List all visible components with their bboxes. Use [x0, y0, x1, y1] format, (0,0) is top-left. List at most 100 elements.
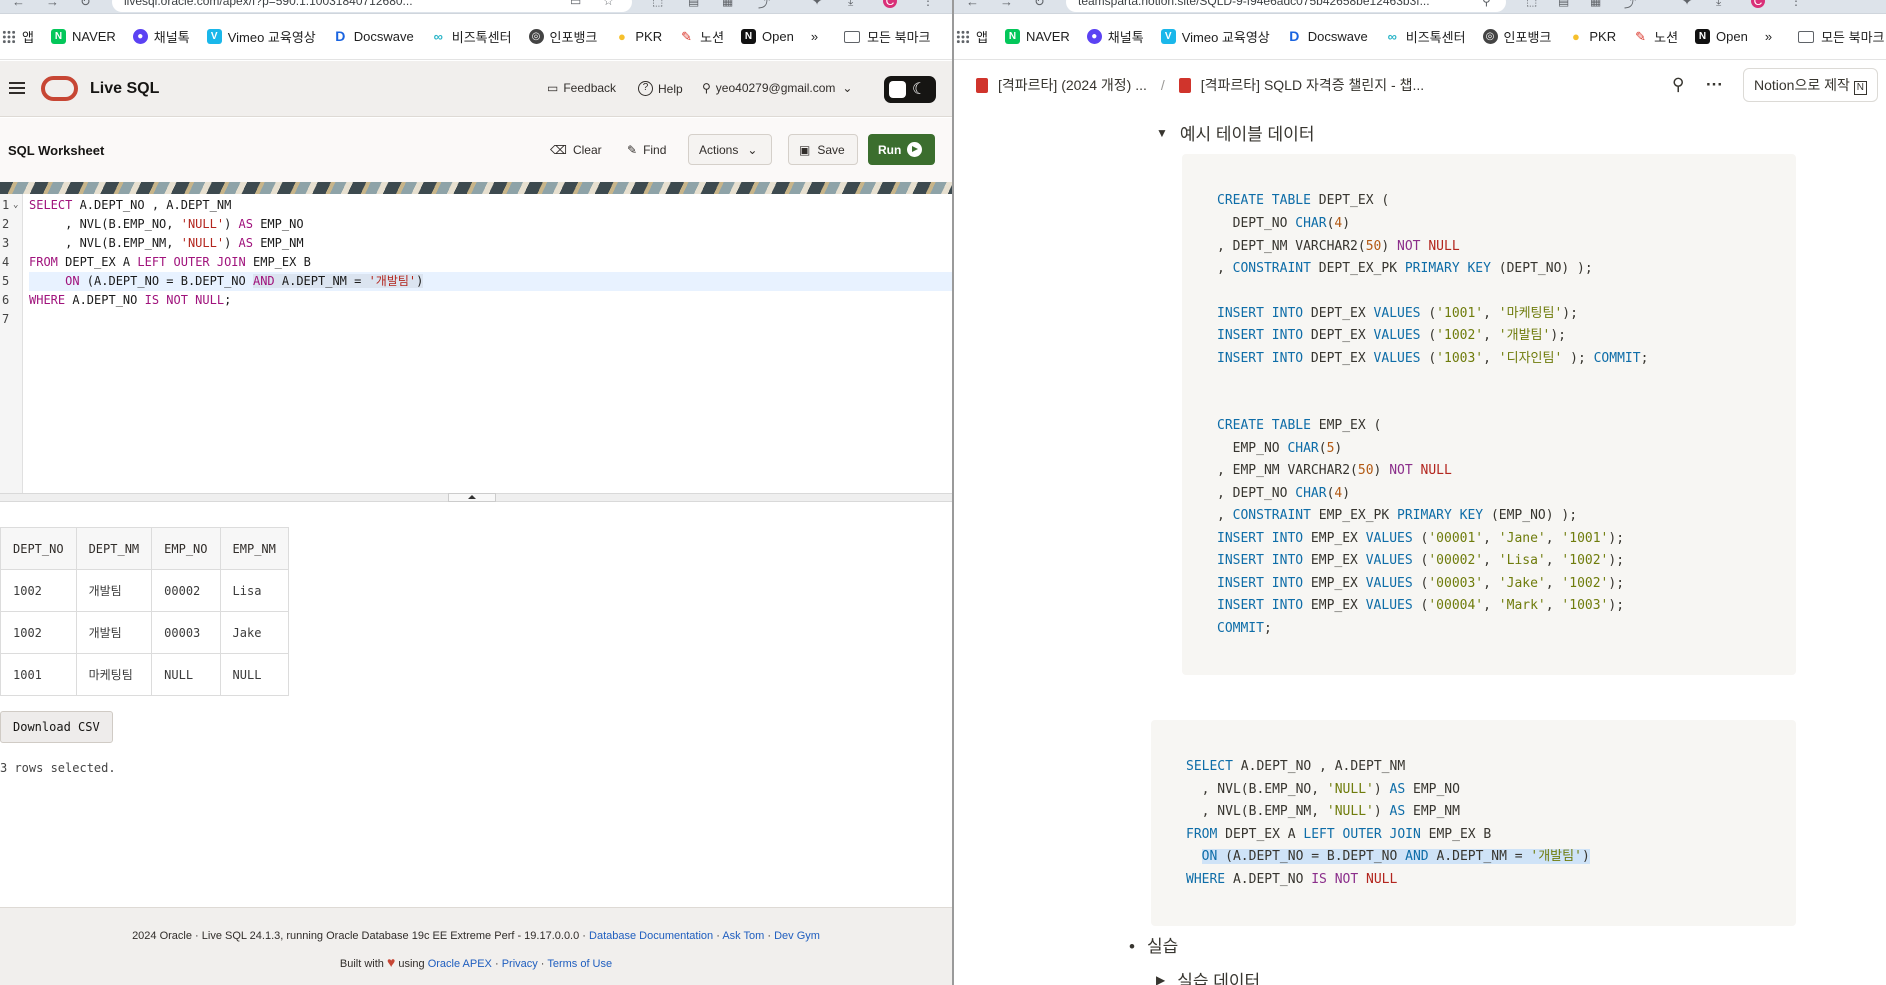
bizalk-icon: ∞	[1384, 29, 1400, 44]
user-icon: ⚲	[702, 81, 711, 95]
actions-menu-button[interactable]: Actions ⌄	[688, 134, 772, 165]
notion-window: ← → ↻ teamsparta.notion.site/SQLD-9-f94e…	[954, 0, 1886, 985]
feedback-link[interactable]: ▭ Feedback	[547, 81, 616, 95]
find-button[interactable]: ✎ Find	[617, 134, 676, 165]
more-bookmarks-button[interactable]: »	[811, 29, 818, 44]
bookmark-apps[interactable]: 앱	[2, 27, 34, 46]
back-icon[interactable]: ←	[12, 0, 25, 9]
devgym-link[interactable]: Dev Gym	[774, 930, 820, 942]
address-bar[interactable]: teamsparta.notion.site/SQLD-9-f94e6adc07…	[1066, 0, 1506, 12]
notion-icon: N	[1853, 81, 1868, 95]
bookmark-notion[interactable]: ✎ 노션	[1633, 27, 1678, 46]
dark-mode-toggle[interactable]: ☾	[884, 76, 936, 103]
bookmark-docswave[interactable]: D Docswave	[1286, 29, 1368, 44]
page-footer: 2024 Oracle · Live SQL 24.1.3, running O…	[0, 907, 952, 985]
extension-icon[interactable]: ▤	[688, 0, 699, 8]
notion-icon: N	[741, 29, 757, 44]
chevron-down-icon: ⌄	[747, 142, 758, 157]
share-icon[interactable]: ⤴	[1624, 0, 1636, 11]
browser-toolbar: ← → ↻ teamsparta.notion.site/SQLD-9-f94e…	[954, 0, 1886, 14]
share-icon[interactable]: ⤴	[758, 0, 770, 11]
search-icon[interactable]: ⚲	[1672, 75, 1684, 95]
menu-icon[interactable]: ⋮	[1790, 0, 1802, 8]
toggle-example-data[interactable]: ▼ 예시 테이블 데이터	[1156, 120, 1314, 145]
notion-icon: N	[1695, 29, 1711, 44]
docs-link[interactable]: Database Documentation	[589, 930, 713, 942]
table-row: 1002 개발팀 00002 Lisa	[0, 569, 289, 612]
code-block[interactable]: SELECT A.DEPT_NO , A.DEPT_NM , NVL(B.EMP…	[1151, 720, 1796, 926]
extension-icon[interactable]: ▤	[1558, 0, 1569, 8]
bookmark-naver[interactable]: N NAVER	[50, 29, 116, 44]
code-block[interactable]: CREATE TABLE DEPT_EX ( DEPT_NO CHAR(4) ,…	[1182, 154, 1796, 675]
vimeo-icon: V	[1160, 29, 1176, 44]
breadcrumb-item[interactable]: [격파르타] (2024 개정) ...	[998, 75, 1147, 95]
download-csv-button[interactable]: Download CSV	[0, 711, 113, 743]
bookmark-bizalk[interactable]: ∞ 비즈톡센터	[430, 27, 512, 46]
notion-ext-icon[interactable]: ▦	[722, 0, 733, 8]
reload-icon[interactable]: ↻	[80, 0, 91, 10]
all-bookmarks[interactable]: 모든 북마크	[1798, 27, 1885, 46]
bookmark-open[interactable]: N Open	[1695, 29, 1748, 44]
breadcrumb-item[interactable]: [격파르타] SQLD 자격증 챌린지 - 챕...	[1201, 75, 1424, 95]
bookmark-bizalk[interactable]: ∞ 비즈톡센터	[1384, 27, 1466, 46]
bookmark-channeltalk[interactable]: ● 채널톡	[132, 27, 190, 46]
line-number: 4	[2, 255, 10, 269]
clear-button[interactable]: ⌫ Clear	[540, 134, 612, 165]
menu-icon[interactable]	[9, 82, 25, 94]
asktom-link[interactable]: Ask Tom	[722, 930, 764, 942]
bookmark-notion[interactable]: ✎ 노션	[679, 27, 724, 46]
bookmark-channeltalk[interactable]: ● 채널톡	[1086, 27, 1144, 46]
table-cell: NULL	[219, 653, 289, 696]
pane-splitter[interactable]	[0, 493, 952, 502]
bizalk-icon: ∞	[430, 29, 446, 44]
run-button[interactable]: Run	[868, 134, 935, 165]
save-button[interactable]: ▣ Save	[788, 134, 858, 165]
bookmark-naver[interactable]: N NAVER	[1004, 29, 1070, 44]
grid-icon	[2, 29, 16, 44]
privacy-link[interactable]: Privacy	[502, 958, 538, 970]
reload-icon[interactable]: ↻	[1034, 0, 1045, 10]
bookmark-docswave[interactable]: D Docswave	[332, 29, 414, 44]
toggle-practice-data[interactable]: ▶ 실습 데이터	[1156, 967, 1260, 985]
back-icon[interactable]: ←	[966, 0, 979, 9]
menu-icon[interactable]: ⋮	[922, 0, 934, 8]
forward-icon[interactable]: →	[46, 0, 59, 9]
bookmark-vimeo[interactable]: V Vimeo 교육영상	[206, 27, 316, 46]
bookmark-infobank[interactable]: ◎ 인포뱅크	[528, 27, 597, 46]
extensions-icon[interactable]: ✦	[812, 0, 822, 8]
made-with-notion-button[interactable]: Notion으로 제작 N	[1743, 68, 1879, 102]
user-menu[interactable]: ⚲ yeo40279@gmail.com ⌄	[702, 81, 852, 95]
extension-icon[interactable]: ⬚	[1526, 0, 1537, 8]
address-bar[interactable]: livesql.oracle.com/apex/f?p=590:1:100318…	[112, 0, 632, 12]
terms-link[interactable]: Terms of Use	[547, 958, 612, 970]
forward-icon[interactable]: →	[1000, 0, 1013, 9]
extensions-icon[interactable]: ✦	[1682, 0, 1692, 8]
fold-icon[interactable]: ⌄	[13, 200, 18, 210]
bookmark-open[interactable]: N Open	[741, 29, 794, 44]
help-link[interactable]: ? Help	[638, 81, 683, 96]
search-icon[interactable]: ⚲	[1482, 0, 1491, 8]
notion-ext-icon[interactable]: ▦	[1590, 0, 1601, 8]
bookmark-pkr[interactable]: ● PKR	[614, 29, 662, 44]
bulb-icon: ●	[1568, 29, 1584, 44]
sql-editor[interactable]: 1 2 3 4 5 6 7 ⌄ SELECT A.DEPT_NO , A.DEP…	[0, 194, 952, 493]
collapse-handle[interactable]	[448, 493, 496, 502]
all-bookmarks[interactable]: 모든 북마크	[844, 27, 931, 46]
bookmark-pkr[interactable]: ● PKR	[1568, 29, 1616, 44]
apex-link[interactable]: Oracle APEX	[428, 958, 492, 970]
save-icon: ▣	[799, 142, 811, 157]
more-options-icon[interactable]: ···	[1706, 75, 1723, 95]
bookmark-infobank[interactable]: ◎ 인포뱅크	[1482, 27, 1551, 46]
download-icon[interactable]: ⤓	[1716, 0, 1721, 9]
bookmark-vimeo[interactable]: V Vimeo 교육영상	[1160, 27, 1270, 46]
profile-avatar[interactable]: C	[883, 0, 897, 8]
extension-icon[interactable]: ⬚	[652, 0, 663, 8]
bookmark-apps[interactable]: 앱	[956, 27, 988, 46]
line-number: 3	[2, 236, 10, 250]
star-icon[interactable]: ☆	[603, 0, 614, 8]
more-bookmarks-button[interactable]: »	[1765, 29, 1772, 44]
download-icon[interactable]: ⤓	[848, 0, 853, 9]
profile-avatar[interactable]: C	[1751, 0, 1765, 8]
screen-icon[interactable]: ▭	[570, 0, 581, 8]
